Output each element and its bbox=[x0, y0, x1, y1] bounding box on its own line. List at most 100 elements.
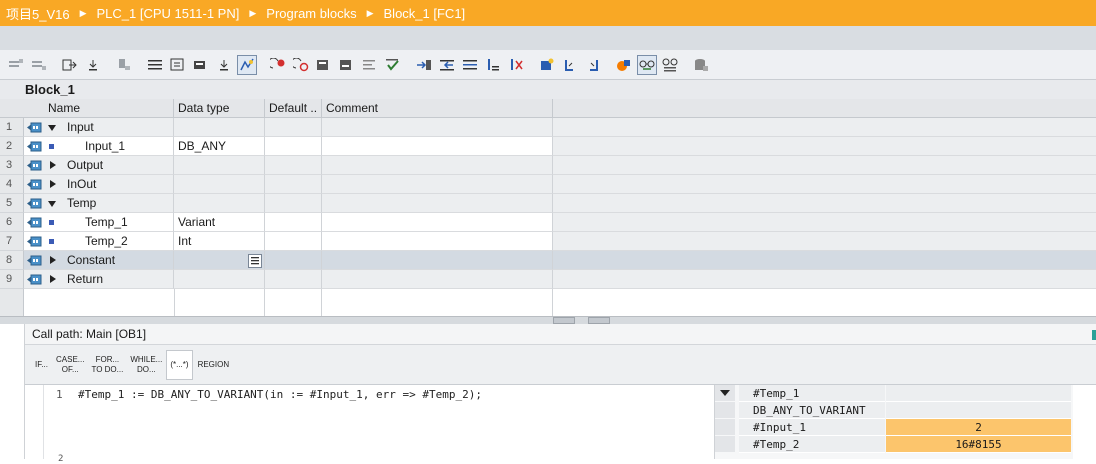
expand-right-icon[interactable] bbox=[50, 180, 56, 188]
indent-icon[interactable] bbox=[414, 55, 434, 75]
table-header: Name Data type Default .. Comment bbox=[0, 99, 1096, 118]
clear-breakpoint-icon[interactable] bbox=[291, 55, 311, 75]
default-value-cell[interactable] bbox=[265, 156, 322, 175]
data-type-picker-icon[interactable] bbox=[248, 254, 262, 268]
expand-down-icon[interactable] bbox=[48, 201, 56, 207]
export-icon[interactable] bbox=[60, 55, 80, 75]
data-type-cell[interactable] bbox=[174, 156, 265, 175]
database-icon[interactable] bbox=[691, 55, 711, 75]
palette-icon[interactable] bbox=[614, 55, 634, 75]
region-button[interactable]: REGION bbox=[195, 350, 234, 380]
download-icon[interactable] bbox=[191, 55, 211, 75]
expand-right-icon[interactable] bbox=[50, 256, 56, 264]
header-spacer bbox=[0, 99, 44, 118]
default-value-cell[interactable] bbox=[265, 213, 322, 232]
glasses-monitor-icon[interactable] bbox=[637, 54, 657, 75]
default-value-cell[interactable] bbox=[265, 232, 322, 251]
name-cell[interactable] bbox=[24, 194, 174, 213]
row-filler bbox=[553, 156, 1096, 175]
comment-cell[interactable] bbox=[322, 156, 553, 175]
go-to-icon[interactable] bbox=[314, 55, 334, 75]
set-breakpoint-icon[interactable] bbox=[268, 55, 288, 75]
default-value-cell[interactable] bbox=[265, 118, 322, 137]
comment-cell[interactable] bbox=[322, 213, 553, 232]
breadcrumb-item-project[interactable]: 项目5_V16 bbox=[6, 4, 70, 23]
download-arrow-icon[interactable] bbox=[214, 55, 234, 75]
comment-cell[interactable] bbox=[322, 118, 553, 137]
code-area[interactable]: 1 #Temp_1 := DB_ANY_TO_VARIANT(in := #In… bbox=[44, 385, 714, 464]
if-button[interactable]: IF... bbox=[31, 350, 53, 380]
sort-icon[interactable] bbox=[483, 55, 503, 75]
table-row[interactable]: 3 Output bbox=[0, 156, 1096, 175]
comment-block-button[interactable]: (*...*) bbox=[166, 349, 193, 380]
column-header-data-type[interactable]: Data type bbox=[174, 99, 265, 118]
interface-parameter-icon bbox=[27, 160, 42, 171]
default-value-cell[interactable] bbox=[265, 194, 322, 213]
expand-right-icon[interactable] bbox=[50, 161, 56, 169]
data-type-cell[interactable] bbox=[174, 118, 265, 137]
default-value-cell[interactable] bbox=[265, 251, 322, 270]
table-row[interactable]: 6 Temp_1 Variant bbox=[0, 213, 1096, 232]
name-cell[interactable] bbox=[24, 175, 174, 194]
breadcrumb-item-program-blocks[interactable]: Program blocks bbox=[266, 6, 356, 21]
bookmark-prev-icon[interactable] bbox=[560, 55, 580, 75]
for-to-do-button[interactable]: FOR... TO DO... bbox=[88, 350, 127, 380]
table-row[interactable]: 7 Temp_2 Int bbox=[0, 232, 1096, 251]
collapse-up-icon[interactable] bbox=[553, 317, 575, 324]
comment-cell[interactable] bbox=[322, 175, 553, 194]
chevron-right-icon: ▶ bbox=[366, 7, 374, 18]
table-row[interactable]: 8 Constant bbox=[0, 251, 1096, 270]
breadcrumb-item-block[interactable]: Block_1 [FC1] bbox=[384, 6, 466, 21]
column-header-comment[interactable]: Comment bbox=[322, 99, 553, 118]
comment-icon[interactable] bbox=[168, 55, 188, 75]
bookmark-next-icon[interactable] bbox=[583, 55, 603, 75]
comment-cell[interactable] bbox=[322, 137, 553, 156]
insert-network-icon[interactable] bbox=[6, 55, 26, 75]
table-row[interactable]: 5 Temp bbox=[0, 194, 1096, 213]
default-value-cell[interactable] bbox=[265, 175, 322, 194]
comment-cell[interactable] bbox=[322, 194, 553, 213]
table-row[interactable]: 4 InOut bbox=[0, 175, 1096, 194]
watch-row-header bbox=[715, 385, 735, 402]
expand-right-icon[interactable] bbox=[50, 275, 56, 283]
checkmark-icon[interactable] bbox=[383, 55, 403, 75]
bookmark-icon[interactable] bbox=[537, 55, 557, 75]
comment-cell[interactable] bbox=[322, 251, 553, 270]
watch-name: DB_ANY_TO_VARIANT bbox=[739, 402, 885, 419]
scroll-marker bbox=[1092, 330, 1096, 340]
compare-icon[interactable] bbox=[360, 55, 380, 75]
code-line[interactable]: #Temp_1 := DB_ANY_TO_VARIANT(in := #Inpu… bbox=[78, 388, 482, 401]
breadcrumb-item-plc[interactable]: PLC_1 [CPU 1511-1 PN] bbox=[97, 6, 240, 21]
collapse-down-icon[interactable] bbox=[588, 317, 610, 324]
expand-down-icon[interactable] bbox=[48, 125, 56, 131]
table-row[interactable]: 1 Input bbox=[0, 118, 1096, 137]
name-cell[interactable] bbox=[24, 118, 174, 137]
outdent-icon[interactable] bbox=[437, 55, 457, 75]
collapse-triangle-icon[interactable] bbox=[720, 390, 730, 396]
step-icon[interactable] bbox=[337, 55, 357, 75]
data-type-cell[interactable] bbox=[174, 270, 265, 289]
download-arrow-icon[interactable] bbox=[83, 55, 103, 75]
default-value-cell[interactable] bbox=[265, 270, 322, 289]
watch-icon[interactable] bbox=[660, 55, 680, 75]
comment-cell[interactable] bbox=[322, 270, 553, 289]
column-header-name[interactable]: Name bbox=[44, 99, 174, 118]
table-row[interactable]: 2 Input_1 DB_ANY bbox=[0, 137, 1096, 156]
case-of-button[interactable]: CASE... OF... bbox=[53, 350, 88, 380]
list-icon[interactable] bbox=[145, 55, 165, 75]
absolute-address-icon[interactable] bbox=[114, 55, 134, 75]
table-row[interactable]: 9 Return bbox=[0, 270, 1096, 289]
reorder-icon[interactable] bbox=[506, 55, 526, 75]
column-header-default[interactable]: Default .. bbox=[265, 99, 322, 118]
comment-cell[interactable] bbox=[322, 232, 553, 251]
watch-row-header bbox=[715, 402, 735, 419]
format-icon[interactable] bbox=[460, 55, 480, 75]
delete-network-icon[interactable] bbox=[29, 55, 49, 75]
pane-splitter[interactable] bbox=[0, 316, 1096, 324]
parameter-name: Constant bbox=[67, 253, 116, 267]
while-do-button[interactable]: WHILE... DO... bbox=[127, 350, 166, 380]
monitor-toggle-icon[interactable] bbox=[237, 54, 257, 75]
data-type-cell[interactable] bbox=[174, 194, 265, 213]
default-value-cell[interactable] bbox=[265, 137, 322, 156]
data-type-cell[interactable] bbox=[174, 175, 265, 194]
